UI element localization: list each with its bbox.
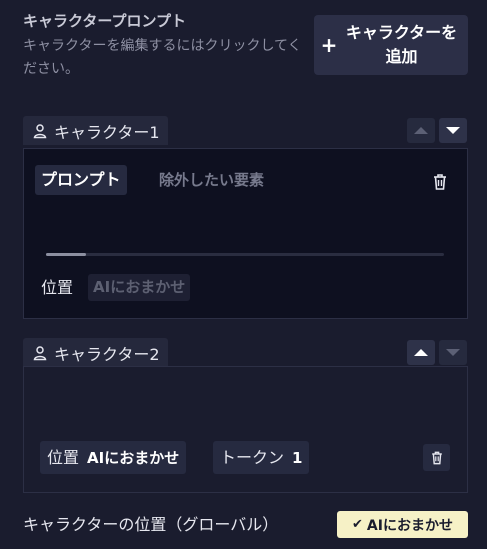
global-position-label: キャラクターの位置（グローバル）: [23, 515, 279, 534]
check-icon: ✔: [352, 517, 363, 532]
global-position-value: AIにおまかせ: [366, 517, 453, 534]
character-1-header[interactable]: キャラクター1: [23, 116, 168, 145]
position-chip[interactable]: 位置 AIにおまかせ: [40, 441, 187, 474]
add-character-button[interactable]: + キャラクターを追加: [314, 15, 468, 75]
move-down-button[interactable]: [439, 340, 467, 365]
move-down-button[interactable]: [439, 118, 467, 143]
global-position-toggle[interactable]: ✔ AIにおまかせ: [337, 511, 468, 538]
character-2-header[interactable]: キャラクター2: [23, 338, 168, 367]
chevron-down-icon: [446, 127, 460, 134]
tab-prompt[interactable]: プロンプト: [35, 165, 127, 195]
delete-character-button[interactable]: [423, 444, 450, 471]
chevron-up-icon: [414, 127, 428, 134]
character-2-name: キャラクター2: [54, 344, 160, 364]
prompt-slider[interactable]: [46, 253, 444, 256]
section-title: キャラクタープロンプト: [23, 12, 187, 30]
token-label: トークン: [220, 448, 285, 467]
chevron-up-icon: [414, 349, 428, 356]
prompt-slider-fill: [46, 253, 86, 256]
character-1-name: キャラクター1: [54, 122, 160, 142]
tab-negative[interactable]: 除外したい要素: [159, 165, 264, 195]
position-chip[interactable]: AIにおまかせ: [88, 274, 191, 301]
add-character-label: キャラクターを追加: [345, 23, 458, 66]
position-value: AIにおまかせ: [87, 449, 180, 467]
chevron-down-icon: [446, 349, 460, 356]
token-count-chip: トークン 1: [213, 441, 310, 474]
person-icon: [33, 345, 47, 360]
position-label: 位置: [41, 278, 74, 297]
position-label: 位置: [47, 448, 80, 467]
person-icon: [33, 123, 47, 138]
plus-icon: +: [320, 33, 338, 57]
trash-icon[interactable]: [430, 172, 450, 192]
token-count: 1: [292, 449, 303, 467]
move-up-button[interactable]: [407, 118, 435, 143]
move-up-button[interactable]: [407, 340, 435, 365]
trash-icon: [431, 451, 442, 464]
section-subtitle: キャラクターを編集するにはクリックしてください。: [23, 38, 302, 77]
